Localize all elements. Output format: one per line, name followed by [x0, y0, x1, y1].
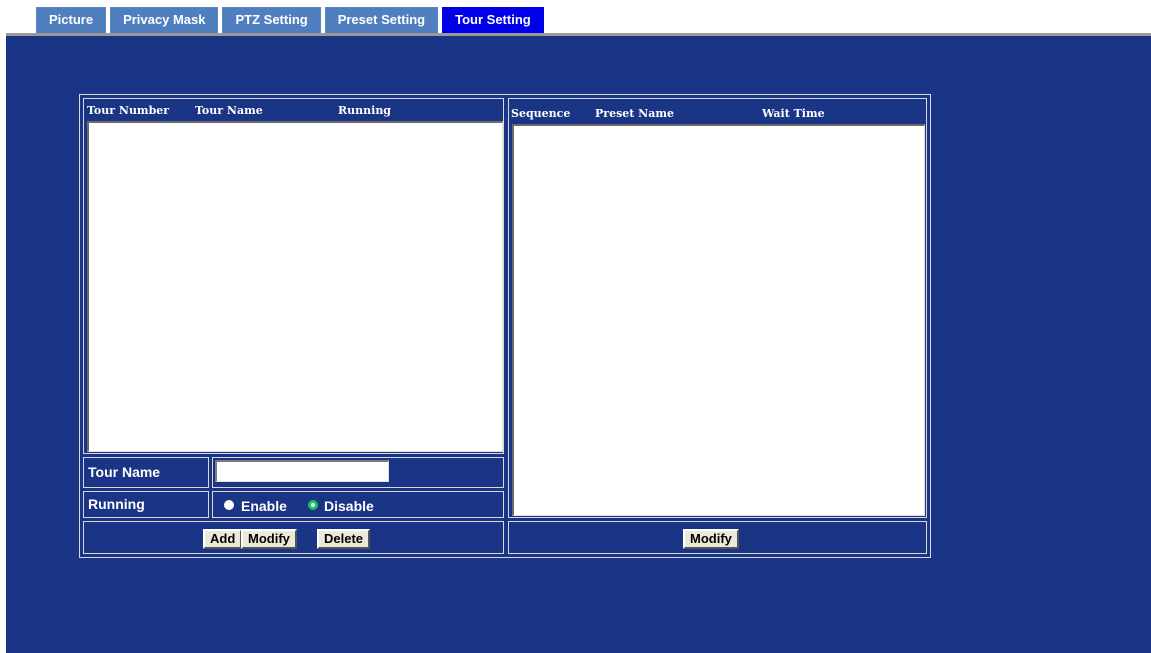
- add-button[interactable]: Add: [203, 529, 243, 549]
- tour-list-cell: Tour Number Tour Name Running: [83, 98, 504, 454]
- disable-radio[interactable]: [308, 500, 318, 510]
- running-label-cell: Running: [83, 491, 209, 518]
- col-sequence: Sequence: [511, 107, 571, 120]
- tab-ptz-setting[interactable]: PTZ Setting: [222, 7, 321, 33]
- enable-radio[interactable]: [224, 500, 234, 510]
- sequence-list-cell: Sequence Preset Name Wait Time: [508, 98, 927, 518]
- tour-buttons-cell: Add Modify Delete: [83, 521, 504, 554]
- tour-name-label: Tour Name: [88, 464, 161, 480]
- tour-name-input-cell: [212, 457, 504, 488]
- sequence-listbox[interactable]: [512, 124, 925, 516]
- tab-privacy-mask[interactable]: Privacy Mask: [110, 7, 219, 33]
- tab-tour-setting[interactable]: Tour Setting: [442, 7, 544, 33]
- tour-listbox[interactable]: [87, 121, 503, 452]
- tab-picture[interactable]: Picture: [36, 7, 107, 33]
- sequence-buttons-cell: Modify: [508, 521, 927, 554]
- col-tour-number: Tour Number: [87, 104, 170, 117]
- modify-button[interactable]: Modify: [241, 529, 297, 549]
- tour-name-input[interactable]: [215, 460, 389, 482]
- running-label: Running: [88, 496, 145, 512]
- sequence-modify-button[interactable]: Modify: [683, 529, 739, 549]
- tab-bar: Picture Privacy Mask PTZ Setting Preset …: [36, 7, 544, 33]
- col-preset-name: Preset Name: [595, 107, 674, 120]
- settings-panel: Tour Number Tour Name Running Sequence P…: [6, 36, 1151, 653]
- delete-button[interactable]: Delete: [317, 529, 371, 549]
- tab-preset-setting[interactable]: Preset Setting: [324, 7, 439, 33]
- col-running: Running: [338, 104, 392, 117]
- enable-label: Enable: [241, 498, 287, 514]
- running-options-cell: Enable Disable: [212, 491, 504, 518]
- col-tour-name: Tour Name: [195, 104, 263, 117]
- tour-name-label-cell: Tour Name: [83, 457, 209, 488]
- col-wait-time: Wait Time: [762, 107, 825, 120]
- disable-label: Disable: [324, 498, 374, 514]
